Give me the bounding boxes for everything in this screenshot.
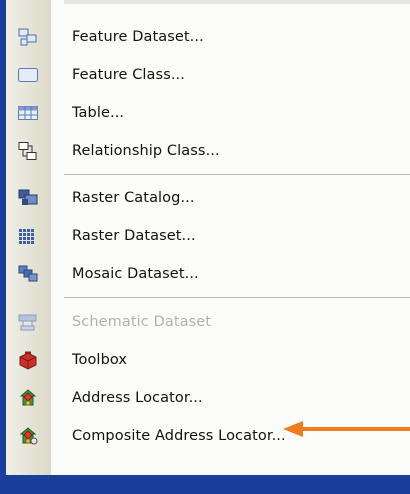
annotation-arrow xyxy=(283,421,410,437)
menu-item-label: Toolbox xyxy=(72,352,128,368)
menu-item-label: Address Locator... xyxy=(72,390,203,406)
menu-item-label: Feature Dataset... xyxy=(72,29,204,45)
raster-catalog-icon xyxy=(17,188,39,208)
menu-item-schematic-dataset: Schematic Dataset xyxy=(6,303,410,341)
menu-item-label: Table... xyxy=(72,105,125,121)
menu-item-mosaic-dataset[interactable]: Mosaic Dataset... xyxy=(6,255,410,293)
table-icon xyxy=(17,103,39,123)
menu-item-address-locator[interactable]: Address Locator... xyxy=(6,379,410,417)
feature-class-icon xyxy=(17,65,39,85)
menu-item-label: Schematic Dataset xyxy=(72,314,212,330)
menu-item-label: Mosaic Dataset... xyxy=(72,266,199,282)
menu-item-raster-catalog[interactable]: Raster Catalog... xyxy=(6,179,410,217)
address-locator-icon xyxy=(17,388,39,408)
relationship-class-icon xyxy=(17,141,39,161)
composite-address-locator-icon xyxy=(17,426,39,446)
menu-item-cutoff xyxy=(64,0,410,4)
menu-item-label: Feature Class... xyxy=(72,67,185,83)
menu-item-label: Relationship Class... xyxy=(72,143,220,159)
schematic-dataset-icon xyxy=(17,312,39,332)
raster-dataset-icon xyxy=(17,226,39,246)
menu-item-relationship-class[interactable]: Relationship Class... xyxy=(6,132,410,170)
context-menu: Feature Dataset... Feature Class... Tabl… xyxy=(6,0,410,475)
menu-item-feature-dataset[interactable]: Feature Dataset... xyxy=(6,18,410,56)
mosaic-dataset-icon xyxy=(17,264,39,284)
menu-item-feature-class[interactable]: Feature Class... xyxy=(6,56,410,94)
menu-item-partial xyxy=(6,455,410,475)
toolbox-icon xyxy=(17,350,39,370)
menu-item-label: Composite Address Locator... xyxy=(72,428,286,444)
menu-item-raster-dataset[interactable]: Raster Dataset... xyxy=(6,217,410,255)
menu-item-table[interactable]: Table... xyxy=(6,94,410,132)
menu-item-label: Raster Dataset... xyxy=(72,228,196,244)
menu-item-label: Raster Catalog... xyxy=(72,190,195,206)
feature-dataset-icon xyxy=(17,27,39,47)
menu-separator xyxy=(64,297,410,298)
menu-item-toolbox[interactable]: Toolbox xyxy=(6,341,410,379)
menu-separator xyxy=(64,174,410,175)
